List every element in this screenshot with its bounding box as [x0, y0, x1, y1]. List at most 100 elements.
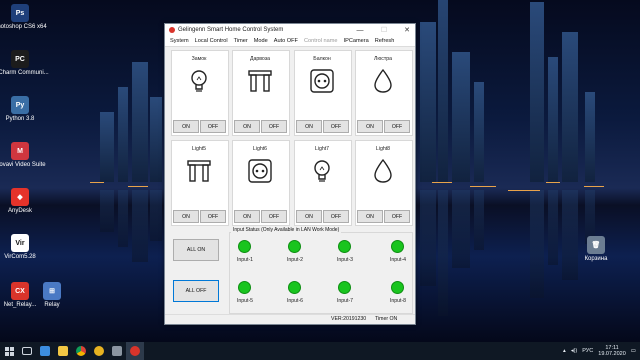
input-indicator: [238, 240, 251, 253]
device-on-button[interactable]: ON: [296, 120, 322, 133]
device-on-button[interactable]: ON: [234, 210, 260, 223]
pycharm-icon: PC: [11, 50, 29, 68]
device-name: Light8: [375, 146, 391, 152]
task-view-button[interactable]: [18, 342, 36, 360]
net-relay-icon: CX: [11, 282, 29, 300]
input-label: Input-4: [389, 257, 407, 263]
device-off-button[interactable]: OFF: [261, 210, 287, 223]
device-on-button[interactable]: ON: [234, 120, 260, 133]
skyline-reflection: [132, 190, 148, 262]
menu-bar: System Local Control Timer Mode Auto OFF Cont…: [165, 36, 415, 47]
skyline-reflection: [562, 190, 578, 280]
input-indicator: [238, 281, 251, 294]
device-name: Дарвоза: [249, 56, 271, 62]
device-on-button[interactable]: ON: [357, 210, 383, 223]
device-on-button[interactable]: ON: [173, 210, 199, 223]
desktop-icon-label: Relay: [44, 302, 60, 308]
menu-refresh[interactable]: Refresh: [372, 38, 398, 44]
menu-system[interactable]: System: [167, 38, 192, 44]
device-off-button[interactable]: OFF: [200, 210, 226, 223]
network-icon[interactable]: ▴: [563, 348, 566, 354]
taskbar-app-gray[interactable]: [108, 342, 126, 360]
device-off-button[interactable]: OFF: [261, 120, 287, 133]
desktop-icon[interactable]: ◆ AnyDesk: [0, 188, 50, 215]
taskbar-explorer[interactable]: [54, 342, 72, 360]
all-on-button[interactable]: ALL ON: [173, 239, 219, 261]
menu-timer[interactable]: Timer: [231, 38, 251, 44]
device-off-button[interactable]: OFF: [323, 120, 349, 133]
skyline-building: [100, 112, 114, 182]
taskbar-chrome[interactable]: [72, 342, 90, 360]
volume-icon[interactable]: ◂)): [571, 348, 577, 354]
input-label: Input-7: [336, 298, 354, 304]
device-off-button[interactable]: OFF: [323, 210, 349, 223]
menu-ipcamera[interactable]: IPCamera: [341, 38, 372, 44]
device-off-button[interactable]: OFF: [384, 210, 410, 223]
city-light: [546, 182, 560, 183]
python-icon: Py: [11, 96, 29, 114]
app-window[interactable]: Gelingenn Smart Home Control System — ☐ …: [164, 23, 416, 325]
all-off-button[interactable]: ALL OFF: [173, 280, 219, 302]
taskbar-smart-home[interactable]: [126, 342, 144, 360]
skyline-building: [150, 97, 162, 182]
device-name: Люстра: [373, 56, 393, 62]
clock[interactable]: 17:11 19.07.2020: [598, 345, 626, 357]
device-off-button[interactable]: OFF: [200, 120, 226, 133]
taskbar-app-yellow[interactable]: [90, 342, 108, 360]
skyline-building: [562, 32, 578, 182]
menu-local-control[interactable]: Local Control: [192, 38, 231, 44]
city-light: [508, 190, 540, 191]
desktop-icon[interactable]: Ps Photoshop CS6 x64: [0, 4, 50, 31]
input-label: Input-3: [336, 257, 354, 263]
desktop-icon[interactable]: PC PyCharm Communi...: [0, 50, 50, 77]
desktop-icon[interactable]: ⊞ Relay: [30, 282, 74, 309]
device-name: Light6: [252, 146, 268, 152]
device-name: Замок: [191, 56, 207, 62]
skyline-reflection: [150, 190, 162, 241]
chrome-icon: [76, 346, 86, 356]
smart-home-icon: [130, 346, 140, 356]
input-indicator: [338, 281, 351, 294]
menu-control-name[interactable]: Control name: [301, 38, 341, 44]
photoshop-icon: Ps: [11, 4, 29, 22]
title-bar[interactable]: Gelingenn Smart Home Control System — ☐ …: [165, 24, 415, 36]
city-light: [90, 182, 104, 183]
input-indicator: [391, 240, 404, 253]
desktop-icon-label: VirCom5.28: [4, 254, 36, 260]
relay-icon: ⊞: [43, 282, 61, 300]
language-indicator[interactable]: РУС: [582, 348, 593, 354]
skyline-building: [452, 52, 470, 182]
city-light: [470, 186, 496, 187]
desktop-icon[interactable]: Vir VirCom5.28: [0, 234, 50, 261]
start-button[interactable]: [0, 342, 18, 360]
skyline-building: [474, 82, 484, 182]
close-button[interactable]: ✕: [400, 24, 414, 36]
menu-mode[interactable]: Mode: [251, 38, 271, 44]
maximize-button[interactable]: ☐: [377, 24, 391, 36]
device-on-button[interactable]: ON: [357, 120, 383, 133]
vircom-icon: Vir: [11, 234, 29, 252]
notification-icon[interactable]: ▭: [631, 348, 636, 354]
desktop-icon[interactable]: M Movavi Video Suite: [0, 142, 50, 169]
window-title: Gelingenn Smart Home Control System: [178, 27, 284, 33]
skyline-building: [420, 22, 436, 182]
input-indicator: [338, 240, 351, 253]
menu-auto-off[interactable]: Auto OFF: [271, 38, 301, 44]
minimize-button[interactable]: —: [353, 24, 367, 36]
desktop-icon-label: Python 3.8: [5, 116, 35, 122]
device-off-button[interactable]: OFF: [384, 120, 410, 133]
input-status-title: Input Status (Only Available in LAN Work…: [231, 227, 342, 233]
desktop-icon[interactable]: 🗑 Корзина: [566, 236, 626, 263]
device-name: Light5: [191, 146, 207, 152]
recycle-bin-icon: 🗑: [587, 236, 605, 254]
app-gray-icon: [112, 346, 122, 356]
taskbar-file-manager[interactable]: [36, 342, 54, 360]
gate-icon: [186, 158, 212, 184]
device-name: Light7: [314, 146, 330, 152]
movavi-icon: M: [11, 142, 29, 160]
skyline-building: [548, 57, 558, 182]
device-on-button[interactable]: ON: [296, 210, 322, 223]
input-indicator: [391, 281, 404, 294]
desktop-icon[interactable]: Py Python 3.8: [0, 96, 50, 123]
device-on-button[interactable]: ON: [173, 120, 199, 133]
